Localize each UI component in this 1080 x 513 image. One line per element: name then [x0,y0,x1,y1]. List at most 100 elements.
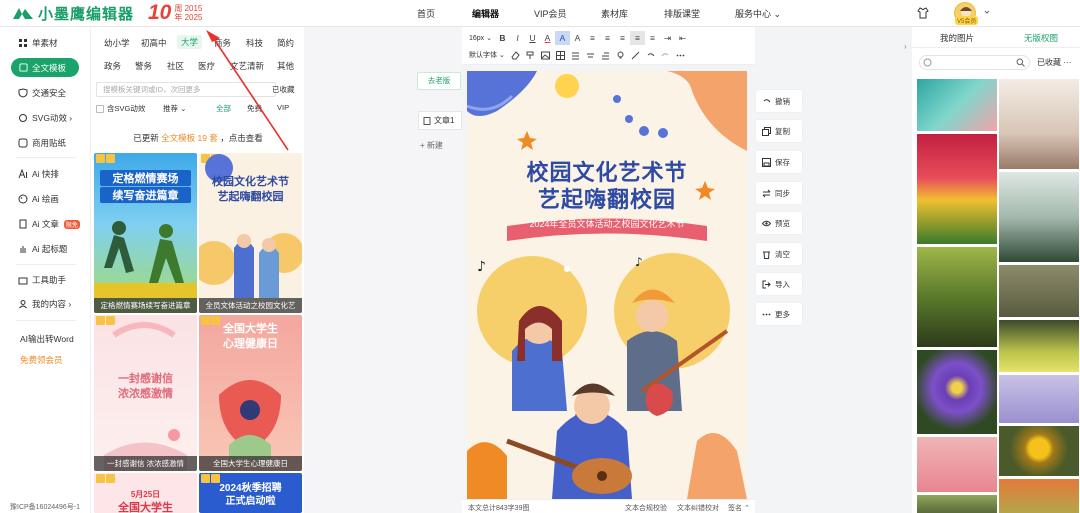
poster-subtitle[interactable]: 艺起嗨翻校园 [467,182,747,214]
undo-button[interactable]: 撤销 [756,90,802,112]
signature-button[interactable]: 签名 ⌃ [728,503,750,513]
svg-filter-checkbox[interactable]: 含SVG动效 [96,103,145,114]
text-indent-icon[interactable] [598,48,613,62]
proofread-button[interactable]: 文本纠错校对 [677,503,719,513]
undo-icon[interactable] [643,48,658,62]
align-left-button[interactable]: ≡ [585,31,600,45]
text-style-button[interactable]: A [570,31,585,45]
template-card[interactable]: 一封感谢信 浓浓感激情 一封感谢信 浓浓感激情 [94,315,197,471]
sidebar-item-ai-layout[interactable]: Ai 快排 [18,168,59,180]
free-member-link[interactable]: 免费领会员 [20,354,63,366]
link-icon[interactable] [628,48,643,62]
nav-materials[interactable]: 素材库 [601,7,628,20]
tab-free-images[interactable]: 无版权图 [1024,32,1058,44]
align-justify-button[interactable]: ≡ [630,31,645,45]
table-icon[interactable] [553,48,568,62]
more-icon[interactable]: ··· [1063,58,1071,67]
shirt-icon[interactable] [917,7,929,19]
import-button[interactable]: 导入 [756,273,802,295]
sidebar-item-tools[interactable]: 工具助手 [18,274,66,286]
template-card[interactable]: 全国大学生 心理健康日 全国大学生心理健康日 [199,315,302,471]
ai-to-word-link[interactable]: AI输出转Word [20,333,74,345]
outdent-button[interactable]: ⇤ [675,31,690,45]
image-thumb[interactable] [999,375,1079,423]
save-button[interactable]: 保存 [756,151,802,173]
indent-button[interactable]: ⇥ [660,31,675,45]
image-thumb[interactable] [999,479,1079,513]
image-thumb[interactable] [917,350,997,434]
category-community[interactable]: 社区 [163,59,188,73]
copy-button[interactable]: 复制 [756,120,802,142]
template-card[interactable]: 校园文化艺术节 艺起嗨翻校园 全员文体活动之校园文化艺 [199,153,302,313]
highlight-button[interactable]: A [555,31,570,45]
align-center-button[interactable]: ≡ [600,31,615,45]
search-icon[interactable] [1016,58,1025,67]
category-gov[interactable]: 政务 [100,59,125,73]
category-university[interactable]: 大学 [177,35,203,49]
image-thumb[interactable] [999,426,1079,476]
line-spacing-button[interactable]: ≡ [645,31,660,45]
image-thumb[interactable] [917,134,997,244]
more-button[interactable]: 更多 [756,303,802,325]
image-thumb[interactable] [917,437,997,492]
sidebar-item-ai-draw[interactable]: Ai 绘画 [18,193,59,205]
nav-home[interactable]: 首页 [417,7,435,20]
chevron-down-icon[interactable] [984,9,990,15]
font-size-select[interactable]: 16px ⌄ [466,34,495,42]
paragraph-spacing-icon[interactable] [568,48,583,62]
category-middle[interactable]: 初高中 [137,36,171,50]
poster-ribbon-text[interactable]: 2024年全员文体活动之校园文化艺术节 [467,217,747,230]
compliance-check-button[interactable]: 文本合规校验 [625,503,667,513]
font-color-button[interactable]: A [540,31,555,45]
category-primary[interactable]: 幼小学 [100,36,134,50]
italic-button[interactable]: I [510,31,525,45]
sort-dropdown[interactable]: 推荐 ⌄ [163,103,186,114]
image-thumb[interactable] [999,172,1079,262]
font-family-select[interactable]: 默认字体 ⌄ [466,50,508,60]
tab-my-images[interactable]: 我的图片 [940,32,974,44]
document-tab[interactable]: 文章1 [418,111,462,130]
bold-button[interactable]: B [495,31,510,45]
sidebar-item-my-content[interactable]: 我的内容 › [18,298,71,310]
sidebar-item-traffic[interactable]: 交通安全 [18,87,66,99]
nav-service[interactable]: 服务中心 ⌄ [735,7,781,20]
sidebar-item-svg[interactable]: SVG动效 › [18,112,72,124]
template-card[interactable]: 定格燃情赛场 续写奋进篇章 定格燃情赛场续写奋进篇章 [94,153,197,313]
new-document-button[interactable]: + 新建 [420,140,443,151]
sidebar-item-ai-title[interactable]: Ai 起标题 [18,243,67,255]
old-version-button[interactable]: 去老版 [417,72,461,90]
nav-vip[interactable]: VIP会员 [534,7,567,20]
template-card[interactable]: 5月25日 全国大学生 [94,473,197,513]
image-thumb[interactable] [917,79,997,131]
image-thumb[interactable] [999,265,1079,317]
logo[interactable]: 小墨鹰编辑器 [12,4,134,23]
image-thumb[interactable] [999,320,1079,372]
sidebar-item-single[interactable]: 单素材 [18,37,58,49]
sync-button[interactable]: 同步 [756,182,802,204]
clear-button[interactable]: 清空 [756,243,802,265]
chevron-right-icon[interactable]: › [904,42,907,51]
sidebar-item-ai-article[interactable]: Ai 文章 限免 [18,218,80,230]
align-right-button[interactable]: ≡ [615,31,630,45]
icp-text[interactable]: 豫ICP备16024496号-1 [10,502,80,512]
nav-course[interactable]: 排版课堂 [664,7,700,20]
eraser-icon[interactable] [508,48,523,62]
nav-editor[interactable]: 编辑器 [472,7,499,20]
more-icon[interactable] [673,48,688,62]
redo-icon[interactable] [658,48,673,62]
format-painter-icon[interactable] [523,48,538,62]
lightbulb-icon[interactable] [613,48,628,62]
editor-canvas[interactable]: ♪ ♪ ♪ 校园文化艺术节 艺起嗨翻校园 2024年全员文体活动之校园文化艺术节 [467,71,747,499]
preview-button[interactable]: 预览 [756,212,802,234]
sidebar-item-full-template[interactable]: 全文模板 [11,58,79,77]
underline-button[interactable]: U [525,31,540,45]
letter-spacing-icon[interactable] [583,48,598,62]
image-icon[interactable] [538,48,553,62]
checkbox-box[interactable] [96,104,104,113]
image-search-input[interactable] [919,55,1030,70]
image-thumb[interactable] [917,247,997,347]
sidebar-item-stickers[interactable]: 商用贴纸 [18,137,66,149]
category-police[interactable]: 警务 [131,59,156,73]
image-collect-link[interactable]: 已收藏 ··· [1037,57,1071,68]
image-thumb[interactable] [999,79,1079,169]
